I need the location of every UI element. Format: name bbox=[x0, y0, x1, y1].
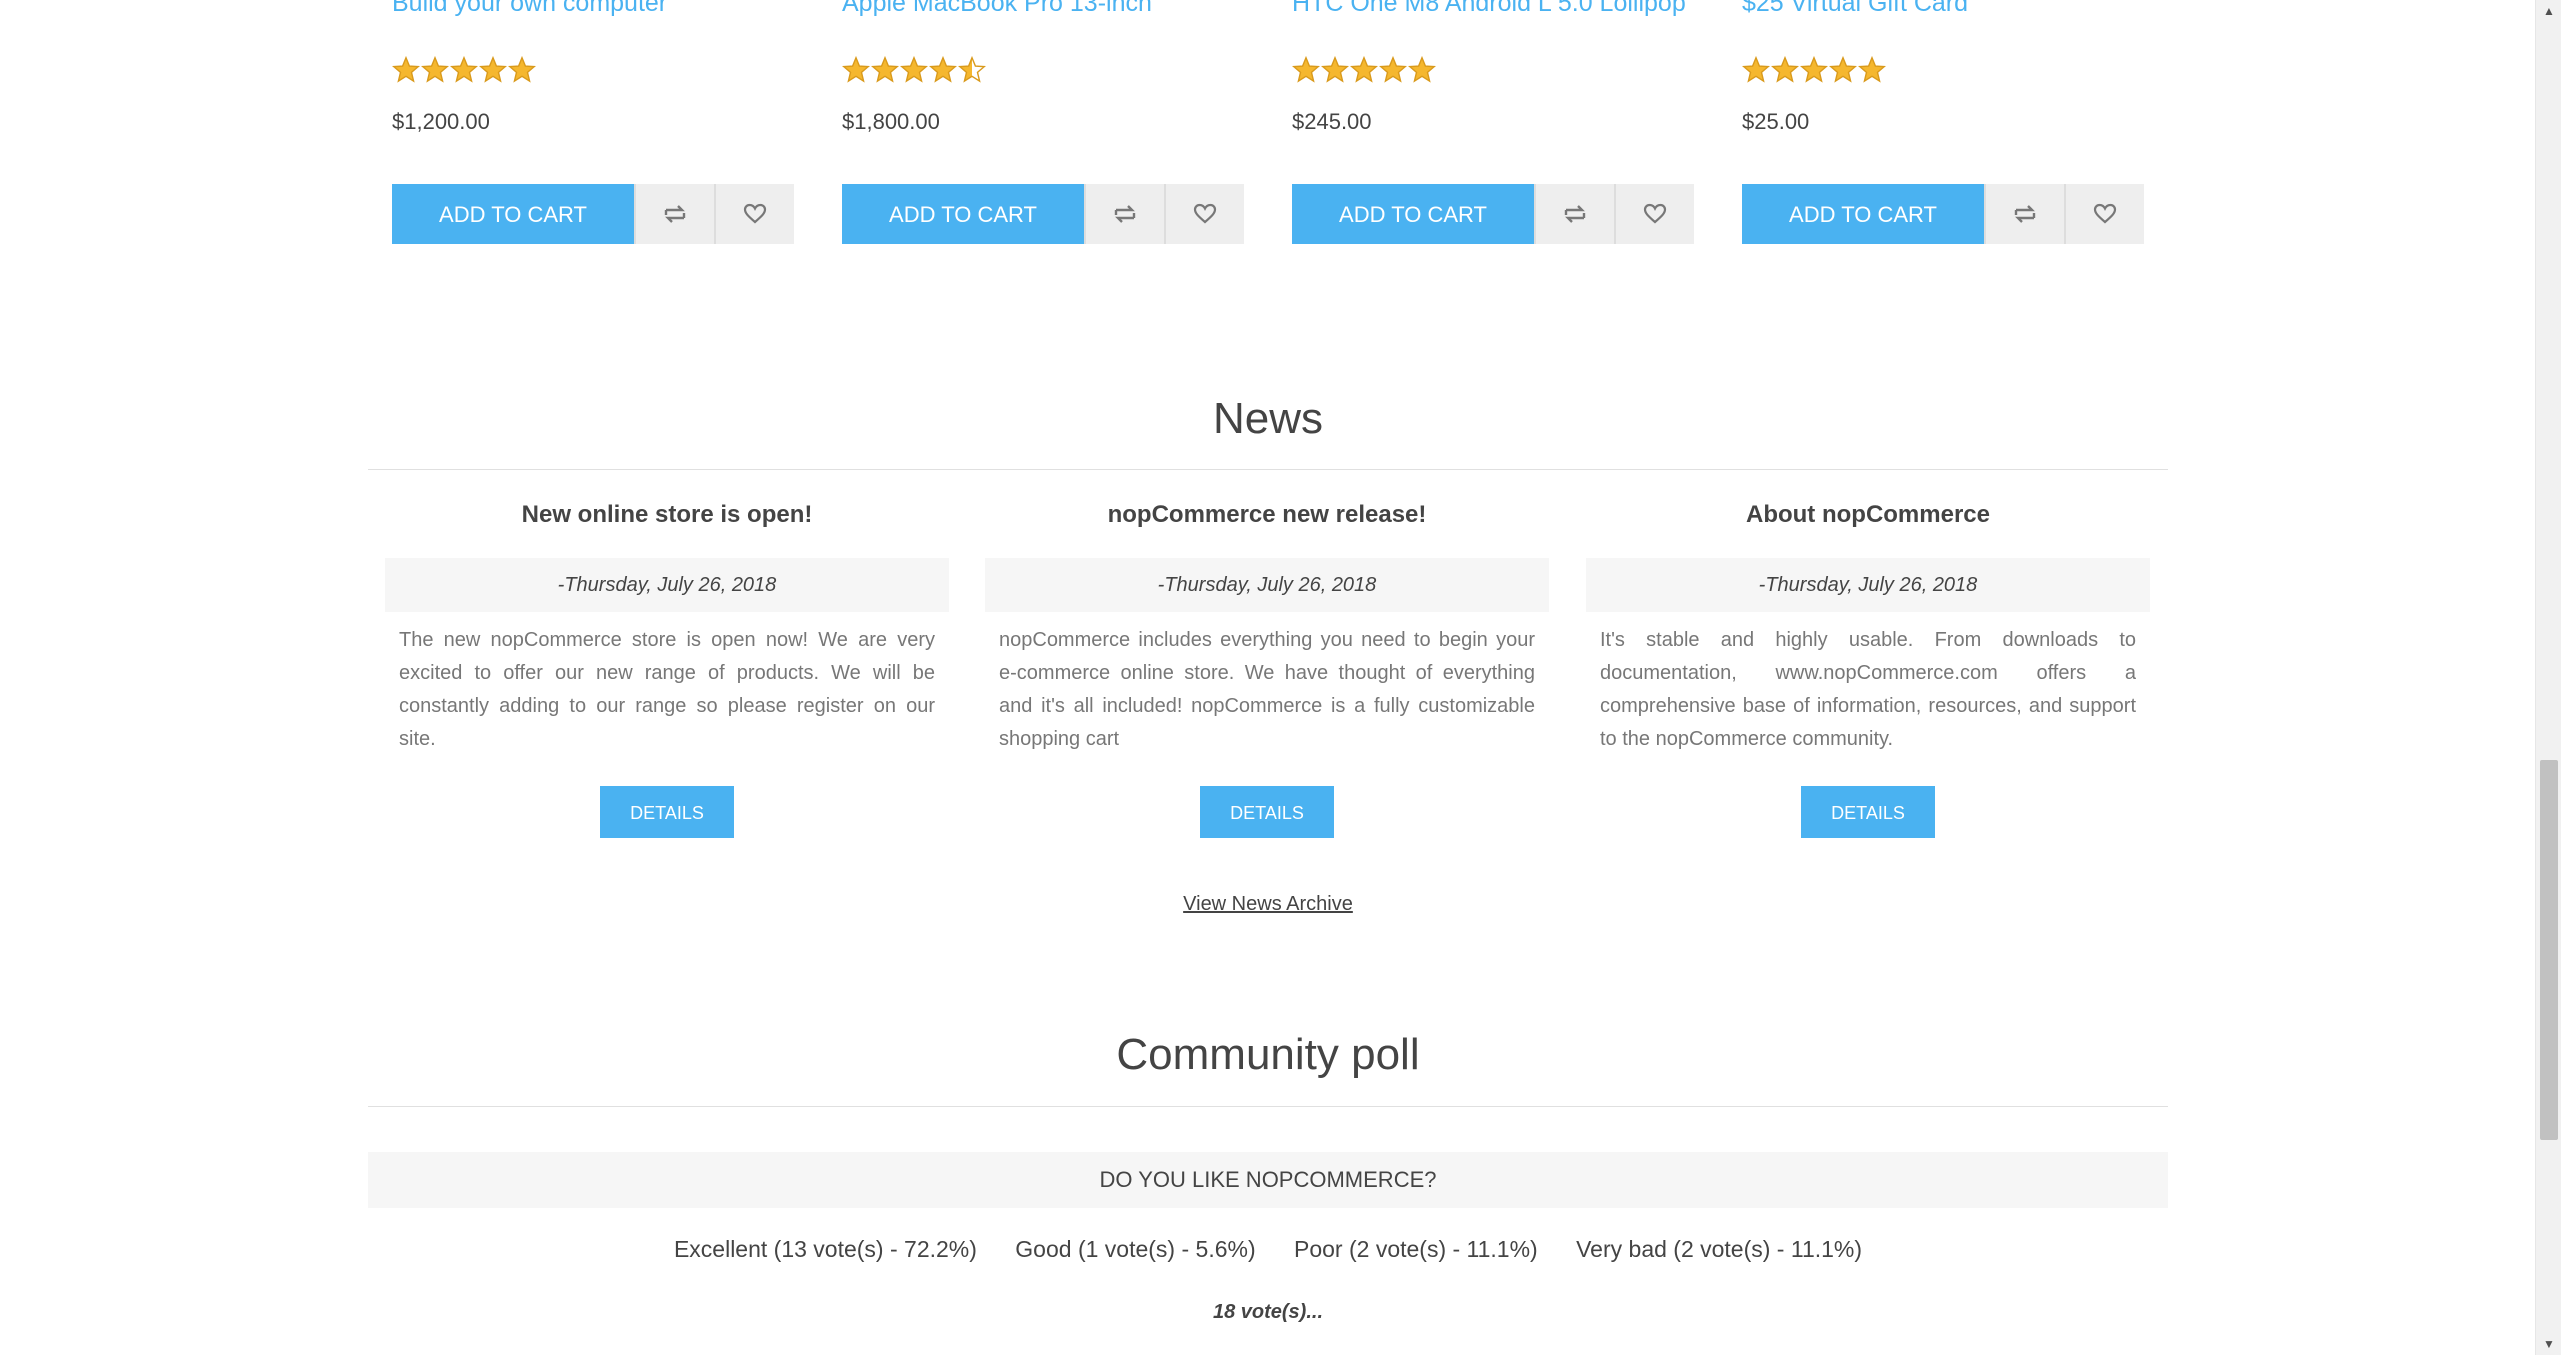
poll-result-item: Good (1 vote(s) - 5.6%) bbox=[1015, 1236, 1256, 1262]
news-section-title: News bbox=[1212, 394, 1324, 443]
star-icon bbox=[871, 56, 899, 83]
page: Build your own computer $1,200.00 ADD TO… bbox=[0, 0, 2561, 1355]
add-to-wishlist-button[interactable] bbox=[714, 184, 794, 244]
star-icon bbox=[1292, 56, 1320, 83]
news-item-date: -Thursday, July 26, 2018 bbox=[985, 558, 1549, 612]
product-price: $245.00 bbox=[1292, 109, 1372, 134]
poll-question: DO YOU LIKE NOPCOMMERCE? bbox=[368, 1152, 2168, 1208]
star-icon bbox=[842, 56, 870, 83]
product-title-link[interactable]: Build your own computer bbox=[392, 0, 667, 18]
star-icon bbox=[392, 56, 420, 83]
poll-result-item: Very bad (2 vote(s) - 11.1%) bbox=[1576, 1236, 1863, 1262]
view-news-archive-link[interactable]: View News Archive bbox=[1183, 893, 1353, 915]
news-archive: View News Archive bbox=[368, 890, 2168, 918]
compare-arrows-icon bbox=[1114, 205, 1136, 223]
product-price: $1,200.00 bbox=[392, 109, 490, 134]
add-to-wishlist-button[interactable] bbox=[1614, 184, 1694, 244]
news-item: New online store is open! -Thursday, Jul… bbox=[385, 490, 949, 838]
product-buttons: ADD TO CART bbox=[1292, 184, 1694, 244]
star-icon bbox=[508, 56, 536, 83]
add-to-compare-button[interactable] bbox=[634, 184, 714, 244]
heart-icon bbox=[1193, 203, 1217, 224]
news-item: nopCommerce new release! -Thursday, July… bbox=[985, 490, 1549, 838]
rating-stars bbox=[1292, 56, 1436, 84]
add-to-compare-button[interactable] bbox=[1084, 184, 1164, 244]
star-icon bbox=[1742, 56, 1770, 83]
product-title-link[interactable]: $25 Virtual Gift Card bbox=[1742, 0, 1968, 18]
star-icon bbox=[450, 56, 478, 83]
news-divider bbox=[368, 469, 2168, 470]
star-icon bbox=[929, 56, 957, 83]
poll-section-title: Community poll bbox=[1116, 1030, 1420, 1079]
add-to-wishlist-button[interactable] bbox=[1164, 184, 1244, 244]
product-title-link[interactable]: HTC One M8 Android L 5.0 Lollipop bbox=[1292, 0, 1686, 18]
star-icon bbox=[1800, 56, 1828, 83]
news-item-title[interactable]: About nopCommerce bbox=[1586, 500, 2150, 530]
scrollbar-thumb[interactable] bbox=[2540, 760, 2558, 1140]
news-item: About nopCommerce -Thursday, July 26, 20… bbox=[1586, 490, 2150, 838]
add-to-cart-button[interactable]: ADD TO CART bbox=[1742, 184, 1984, 244]
poll-divider bbox=[368, 1106, 2168, 1107]
news-item-title[interactable]: nopCommerce new release! bbox=[985, 500, 1549, 530]
rating-stars bbox=[1742, 56, 1886, 84]
scroll-up-arrow-icon[interactable]: ▲ bbox=[2536, 0, 2561, 22]
star-icon bbox=[1858, 56, 1886, 83]
news-item-body: It's stable and highly usable. From down… bbox=[1600, 629, 2136, 750]
star-icon bbox=[900, 56, 928, 83]
poll-results: Excellent (13 vote(s) - 72.2%) Good (1 v… bbox=[368, 1234, 2168, 1264]
compare-arrows-icon bbox=[664, 205, 686, 223]
heart-icon bbox=[2093, 203, 2117, 224]
news-item-body: The new nopCommerce store is open now! W… bbox=[399, 629, 935, 750]
news-item-date: -Thursday, July 26, 2018 bbox=[385, 558, 949, 612]
poll-total-votes: 18 vote(s)... bbox=[1212, 1301, 1324, 1323]
star-icon bbox=[1350, 56, 1378, 83]
add-to-cart-button[interactable]: ADD TO CART bbox=[392, 184, 634, 244]
add-to-wishlist-button[interactable] bbox=[2064, 184, 2144, 244]
rating-stars bbox=[392, 56, 536, 84]
star-icon bbox=[1321, 56, 1349, 83]
add-to-compare-button[interactable] bbox=[1984, 184, 2064, 244]
add-to-cart-button[interactable]: ADD TO CART bbox=[842, 184, 1084, 244]
vertical-scrollbar[interactable]: ▲ ▼ bbox=[2535, 0, 2561, 1355]
star-icon bbox=[1379, 56, 1407, 83]
scroll-down-arrow-icon[interactable]: ▼ bbox=[2536, 1333, 2561, 1355]
star-icon bbox=[479, 56, 507, 83]
heart-icon bbox=[1643, 203, 1667, 224]
add-to-compare-button[interactable] bbox=[1534, 184, 1614, 244]
star-icon bbox=[1829, 56, 1857, 83]
news-item-date: -Thursday, July 26, 2018 bbox=[1586, 558, 2150, 612]
product-price: $1,800.00 bbox=[842, 109, 940, 134]
poll-result-item: Poor (2 vote(s) - 11.1%) bbox=[1294, 1236, 1538, 1262]
news-details-button[interactable]: DETAILS bbox=[1200, 786, 1334, 838]
poll-result-item: Excellent (13 vote(s) - 72.2%) bbox=[673, 1236, 977, 1262]
news-item-body: nopCommerce includes everything you need… bbox=[999, 629, 1535, 750]
product-buttons: ADD TO CART bbox=[1742, 184, 2144, 244]
news-item-title[interactable]: New online store is open! bbox=[385, 500, 949, 530]
news-details-button[interactable]: DETAILS bbox=[600, 786, 734, 838]
product-buttons: ADD TO CART bbox=[842, 184, 1244, 244]
news-details-button[interactable]: DETAILS bbox=[1801, 786, 1935, 838]
product-price: $25.00 bbox=[1742, 109, 1810, 134]
rating-stars bbox=[842, 56, 986, 84]
product-buttons: ADD TO CART bbox=[392, 184, 794, 244]
heart-icon bbox=[743, 203, 767, 224]
product-title-link[interactable]: Apple MacBook Pro 13-inch bbox=[842, 0, 1152, 18]
compare-arrows-icon bbox=[1564, 205, 1586, 223]
star-icon bbox=[1408, 56, 1436, 83]
compare-arrows-icon bbox=[2014, 205, 2036, 223]
star-icon bbox=[958, 56, 986, 83]
star-icon bbox=[1771, 56, 1799, 83]
add-to-cart-button[interactable]: ADD TO CART bbox=[1292, 184, 1534, 244]
star-icon bbox=[421, 56, 449, 83]
